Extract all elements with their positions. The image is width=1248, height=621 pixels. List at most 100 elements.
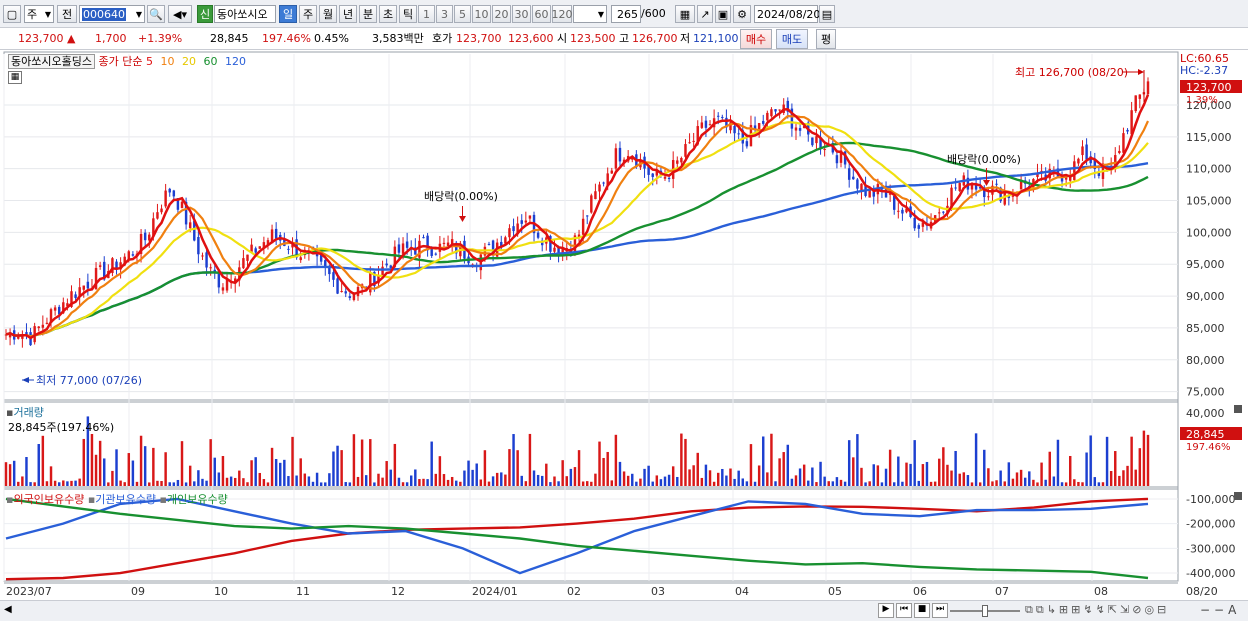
- volume-bar: [1044, 479, 1047, 486]
- stop-icon[interactable]: ■: [914, 603, 930, 618]
- volume-bar: [1015, 472, 1019, 486]
- volume-bar: [455, 480, 458, 486]
- candle-body: [250, 244, 253, 252]
- volume-bar: [978, 482, 982, 486]
- draw-tool-icon[interactable]: ↗: [697, 5, 713, 23]
- search-icon[interactable]: 🔍: [147, 5, 165, 23]
- period-month-button[interactable]: 월: [319, 5, 337, 23]
- volume-bar: [569, 468, 573, 486]
- minute-10-button[interactable]: 10: [472, 5, 491, 23]
- candle-body: [397, 244, 401, 253]
- candle-body: [205, 252, 208, 268]
- holding-panel-close-icon[interactable]: [1234, 492, 1242, 500]
- volume-bar: [786, 444, 790, 486]
- candle-body: [704, 120, 708, 128]
- rewind-icon[interactable]: ⏮: [896, 603, 912, 618]
- volume-bar: [782, 452, 785, 486]
- price-y-tick: 85,000: [1186, 322, 1225, 335]
- volume-value-label: 28,845주(197.46%): [8, 421, 115, 434]
- period-year-button[interactable]: 년: [339, 5, 357, 23]
- calendar-icon[interactable]: ▤: [819, 5, 835, 23]
- volume-bar: [590, 481, 593, 486]
- volume-bar: [205, 480, 208, 486]
- volume-bar: [950, 470, 953, 486]
- play-icon[interactable]: ▶: [878, 603, 894, 618]
- volume-current-pct: 197.46%: [1186, 442, 1231, 453]
- chart-svg: 120,000115,000110,000105,000100,00095,00…: [0, 50, 1248, 603]
- volume-bar: [475, 463, 478, 486]
- stock-code-input[interactable]: 000640 ▼: [79, 5, 145, 23]
- candle-body: [221, 287, 225, 291]
- minute-5-button[interactable]: 5: [454, 5, 471, 23]
- volume-bar: [1142, 430, 1146, 486]
- volume-bar: [221, 456, 225, 486]
- period-select[interactable]: 주 ▼: [24, 5, 54, 23]
- zoom-icons[interactable]: −−A: [1200, 603, 1240, 617]
- sell-button[interactable]: 매도: [776, 29, 808, 49]
- volume-bar: [401, 482, 405, 486]
- volume-panel-close-icon[interactable]: [1234, 405, 1242, 413]
- volume-bar: [197, 470, 200, 486]
- current-pct-axis-label: 1.39%: [1186, 95, 1218, 106]
- volume-bar: [17, 481, 20, 486]
- bid-ask-label: 호가: [432, 32, 453, 45]
- custom-period-select[interactable]: ▼: [573, 5, 607, 23]
- volume-bar: [528, 433, 532, 486]
- candle-body: [684, 144, 687, 157]
- holding-y-tick: -200,000: [1186, 518, 1235, 531]
- count-input[interactable]: 265: [611, 5, 641, 23]
- candle-body: [1081, 146, 1084, 156]
- volume-bar: [888, 449, 892, 486]
- save-icon[interactable]: ▣: [715, 5, 731, 23]
- period-tick-button[interactable]: 틱: [399, 5, 417, 23]
- turnover-rate: 0.45%: [314, 32, 349, 45]
- volume-bar: [610, 480, 614, 486]
- eval-button[interactable]: 평: [816, 29, 836, 49]
- volume-bar: [635, 481, 638, 486]
- price-y-tick: 105,000: [1186, 195, 1232, 208]
- date-input[interactable]: 2024/08/20: [754, 5, 820, 23]
- price-y-tick: 100,000: [1186, 226, 1232, 239]
- volume-bar: [348, 482, 352, 486]
- volume-bar: [516, 450, 519, 486]
- period-second-button[interactable]: 초: [379, 5, 397, 23]
- window-menu-icon[interactable]: ▢: [3, 5, 21, 23]
- period-week-button[interactable]: 주: [299, 5, 317, 23]
- volume-bar: [37, 444, 40, 486]
- chart-area[interactable]: 120,000 115,000 110,000 105,000 100,000 95,00…: [0, 50, 1248, 603]
- minute-60-button[interactable]: 60: [532, 5, 551, 23]
- volume-bar: [336, 445, 339, 486]
- forward-icon[interactable]: ⏭: [932, 603, 948, 618]
- volume-bar: [438, 456, 442, 486]
- volume-bar: [581, 481, 585, 486]
- zoom-slider-handle[interactable]: [982, 605, 988, 617]
- volume-bar: [946, 464, 949, 486]
- buy-button[interactable]: 매수: [740, 29, 772, 49]
- volume-bar: [921, 464, 925, 486]
- candle-body: [811, 137, 814, 146]
- minute-1-button[interactable]: 1: [418, 5, 435, 23]
- volume-bar: [1011, 478, 1015, 486]
- calculator-icon[interactable]: ▦: [8, 71, 22, 84]
- volume-title: 거래량: [13, 406, 44, 419]
- volume-bar: [369, 439, 372, 486]
- grid-tool-icon[interactable]: ▦: [675, 5, 695, 23]
- period-day-button[interactable]: 일: [279, 5, 297, 23]
- scroll-left-icon[interactable]: ◀: [4, 604, 12, 615]
- speaker-icon[interactable]: ◀▾: [168, 5, 192, 23]
- volume-bar: [446, 479, 450, 486]
- minute-120-button[interactable]: 120: [552, 5, 573, 23]
- volume-bar: [897, 456, 900, 486]
- volume-bar: [225, 477, 229, 486]
- minute-3-button[interactable]: 3: [436, 5, 453, 23]
- prefix-button[interactable]: 전: [57, 5, 77, 23]
- x-axis-label: 04: [735, 585, 749, 598]
- volume-bar: [164, 452, 167, 486]
- volume-bar: [876, 465, 880, 486]
- minute-20-button[interactable]: 20: [492, 5, 511, 23]
- chart-tool-icons[interactable]: ⧉⧉↳⊞⊞↯↯⇱⇲⊘◎⊟: [1025, 603, 1169, 617]
- period-minute-button[interactable]: 분: [359, 5, 377, 23]
- minute-30-button[interactable]: 30: [512, 5, 531, 23]
- gear-icon[interactable]: ⚙: [733, 5, 751, 23]
- stock-name-field[interactable]: 동아쏘시오: [214, 5, 276, 23]
